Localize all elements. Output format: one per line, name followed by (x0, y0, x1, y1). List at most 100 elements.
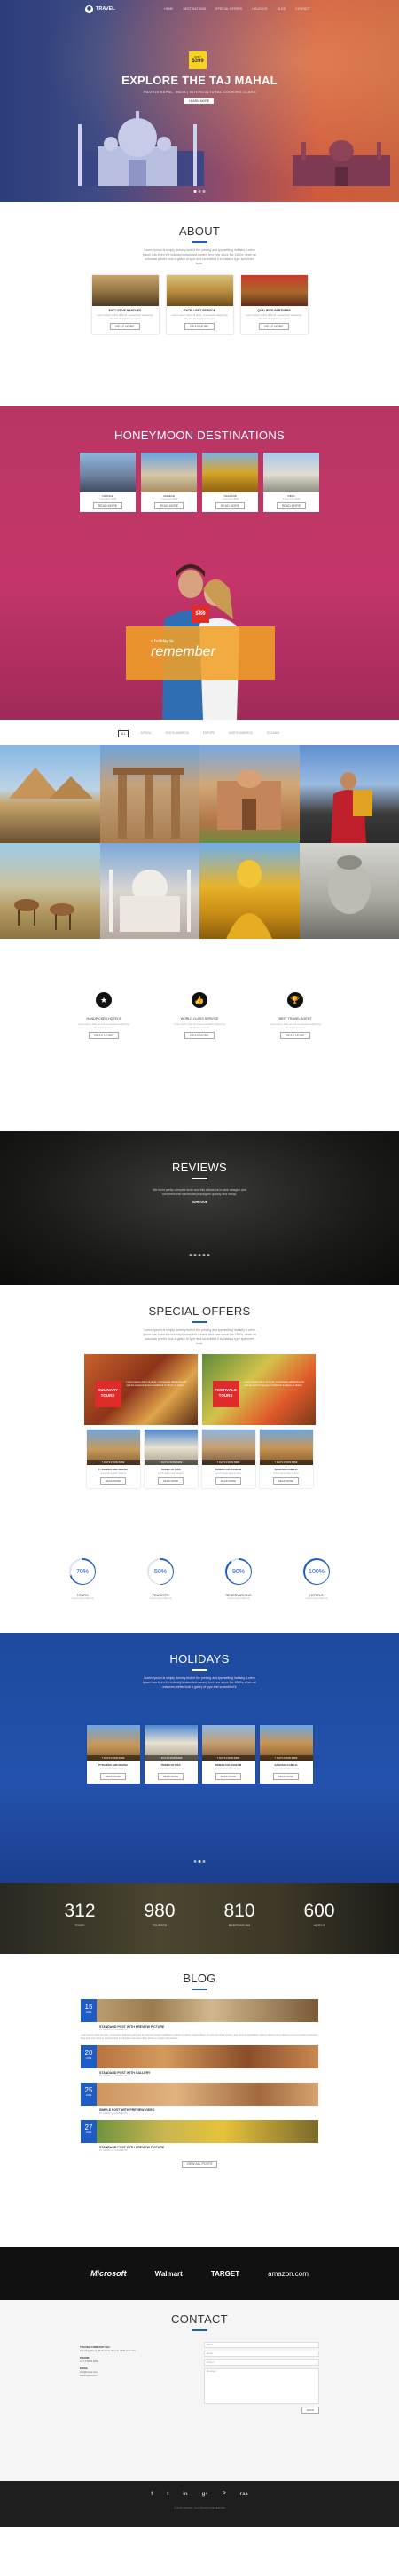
holidays-lead: Lorem Ipsum is simply dummy text of the … (142, 1676, 257, 1689)
blog-post[interactable]: 15 JUNE STANDARD POST WITH PREVIEW PICTUR… (81, 1999, 318, 2041)
stat-desc: Lorem ipsum dolor sit (71, 1597, 94, 1600)
read-more-button[interactable]: READ MORE (215, 1773, 241, 1780)
email-field[interactable]: Email (204, 2351, 319, 2357)
about-title: ABOUT (178, 225, 221, 238)
read-more-button[interactable]: READ MORE (110, 323, 140, 331)
read-more-button[interactable]: READ MORE (158, 1773, 184, 1780)
google-plus-icon[interactable]: g+ (202, 2492, 208, 2497)
culinary-tours-banner[interactable]: CULINARY TOURS Lorem ipsum dolor sit ame… (83, 1354, 198, 1425)
view-all-posts-button[interactable]: VIEW ALL POSTS (181, 2161, 218, 2169)
nav-item-destinations[interactable]: DESTINATIONS (184, 7, 207, 11)
name-field[interactable]: Name (204, 2342, 319, 2348)
filter-north-america[interactable]: NORTH AMERICA (227, 730, 254, 737)
blog-post[interactable]: 25 JUNE SIMPLE POST WITH PREVIEW VIDEO BY… (81, 2083, 318, 2115)
read-more-button[interactable]: READ MORE (215, 1477, 241, 1485)
nav-item-home[interactable]: HOME (164, 7, 173, 11)
gallery-photo-palace[interactable] (200, 745, 300, 843)
blog-post[interactable]: 27 JUNE STANDARD POST WITH PREVIEW PICTUR… (81, 2120, 318, 2153)
card-title: ROMAN COLOSSEUM (215, 1763, 242, 1767)
slider-dot[interactable] (193, 1860, 197, 1863)
nav-item-holidays[interactable]: HOLIDAYS (252, 7, 267, 11)
slider-dot[interactable] (198, 1860, 201, 1863)
counter-value: 810 (223, 1901, 255, 1921)
gallery-photo-golden-buddha[interactable] (200, 843, 300, 939)
post-image (81, 2083, 318, 2107)
top-navigation: ◉ TRAVEL HOME DESTINATIONS SPECIAL OFFER… (0, 0, 399, 18)
card-image (80, 453, 136, 492)
stat-reservations: 90% RESERVATIONS Lorem ipsum dolor sit (215, 1558, 262, 1600)
slider-dot[interactable] (202, 190, 206, 193)
about-card: QUALIFIED PARTNERS Lorem ipsum dolor sit… (240, 275, 308, 335)
gallery-section: ALL AFRICA SOUTH AMERICA EUROPE NORTH AM… (0, 720, 399, 977)
website-value[interactable]: www.travel.com (80, 2374, 177, 2377)
slider-dot[interactable] (193, 190, 197, 193)
holiday-card: 7 DAYS FROM $999 PYRAMIDS AND SPHINX Lor… (86, 1725, 140, 1784)
offer-card: 7 DAYS FROM $999 PYRAMIDS AND SPHINX Lor… (86, 1430, 140, 1488)
slider-dot[interactable] (202, 1254, 206, 1256)
read-more-button[interactable]: READ MORE (100, 1477, 126, 1485)
learn-more-button[interactable]: LEARN MORE (184, 98, 215, 104)
read-more-button[interactable]: READ MORE (276, 502, 307, 509)
read-more-button[interactable]: READ MORE (273, 1477, 299, 1485)
gallery-photo-ruins[interactable] (99, 745, 200, 843)
filter-europe[interactable]: EUROPE (201, 730, 216, 737)
read-more-button[interactable]: READ MORE (184, 323, 215, 331)
read-more-button[interactable]: READ MORE (158, 1477, 184, 1485)
client-logo-walmart[interactable]: Walmart (155, 2270, 183, 2278)
brand-logo[interactable]: ◉ TRAVEL (85, 4, 115, 13)
nav-item-blog[interactable]: BLOG (278, 7, 286, 11)
card-caption: 7 DAYS FROM $999 (86, 1460, 140, 1465)
send-button[interactable]: SEND (301, 2407, 319, 2414)
message-field[interactable]: Message (204, 2368, 319, 2404)
rss-icon[interactable]: rss (240, 2492, 248, 2497)
read-more-button[interactable]: READ MORE (273, 1773, 299, 1780)
post-excerpt: Lorem ipsum dolor sit amet, consectetur … (81, 2034, 318, 2040)
filter-africa[interactable]: AFRICA (139, 730, 153, 737)
counter-label: TOURS (74, 1924, 85, 1927)
nav-item-special-offers[interactable]: SPECIAL OFFERS (215, 7, 242, 11)
gallery-photo-pyramids[interactable] (0, 745, 100, 843)
slider-dot[interactable] (189, 1254, 192, 1256)
honeymoon-cards: FRANCE 7 days from $999 READ MORE GREECE… (0, 453, 399, 512)
post-date: 15 JUNE (81, 1999, 97, 2022)
client-logo-microsoft[interactable]: Microsoft (90, 2269, 127, 2278)
read-more-button[interactable]: READ MORE (215, 502, 246, 509)
blog-title: BLOG (183, 1972, 216, 1985)
blog-post[interactable]: 20 JUNE STANDARD POST WITH GALLERY BY ADM… (81, 2045, 318, 2078)
read-more-button[interactable]: READ MORE (89, 1032, 119, 1040)
card-image (141, 453, 197, 492)
client-logo-target[interactable]: TARGET (211, 2270, 239, 2278)
slider-dot[interactable] (198, 190, 201, 193)
client-logo-amazon[interactable]: amazon.com (268, 2270, 309, 2278)
read-more-button[interactable]: READ MORE (280, 1032, 310, 1040)
filter-oceania[interactable]: OCEANIA (265, 730, 281, 737)
sale-badge: SALE $499 (192, 605, 209, 623)
gallery-photo-stone-buddha[interactable] (299, 843, 399, 939)
subject-field[interactable]: Subject (204, 2359, 319, 2366)
nav-item-contact[interactable]: CONTACT (295, 7, 310, 11)
read-more-button[interactable]: READ MORE (259, 323, 289, 331)
card-title: EXCLUSIVE HANDLED (108, 309, 142, 312)
slider-dot[interactable] (193, 1254, 197, 1256)
filter-south-america[interactable]: SOUTH AMERICA (163, 730, 190, 737)
linkedin-icon[interactable]: in (183, 2492, 187, 2497)
read-more-button[interactable]: READ MORE (184, 1032, 215, 1040)
facebook-icon[interactable]: f (151, 2492, 153, 2497)
gallery-photo-taj-mahal[interactable] (99, 843, 200, 939)
holidays-slider-dots (193, 1860, 206, 1863)
pinterest-icon[interactable]: P (223, 2492, 226, 2497)
slider-dot[interactable] (198, 1254, 201, 1256)
destination-card: THAILAND 7 days from $999 READ MORE (202, 453, 258, 512)
read-more-button[interactable]: READ MORE (92, 502, 123, 509)
read-more-button[interactable]: READ MORE (100, 1773, 126, 1780)
festivals-tours-banner[interactable]: FESTIVALS TOURS Lorem ipsum dolor sit am… (201, 1354, 316, 1425)
filter-all[interactable]: ALL (117, 730, 129, 737)
gallery-photo-antelopes[interactable] (0, 843, 100, 939)
slider-dot[interactable] (207, 1254, 210, 1256)
slider-dot[interactable] (202, 1860, 206, 1863)
gallery-photo-traveler[interactable] (299, 745, 399, 843)
trophy-icon: 🏆 (287, 992, 303, 1008)
twitter-icon[interactable]: t (167, 2492, 168, 2497)
read-more-button[interactable]: READ MORE (153, 502, 184, 509)
stat-value: 90% (226, 1559, 251, 1584)
